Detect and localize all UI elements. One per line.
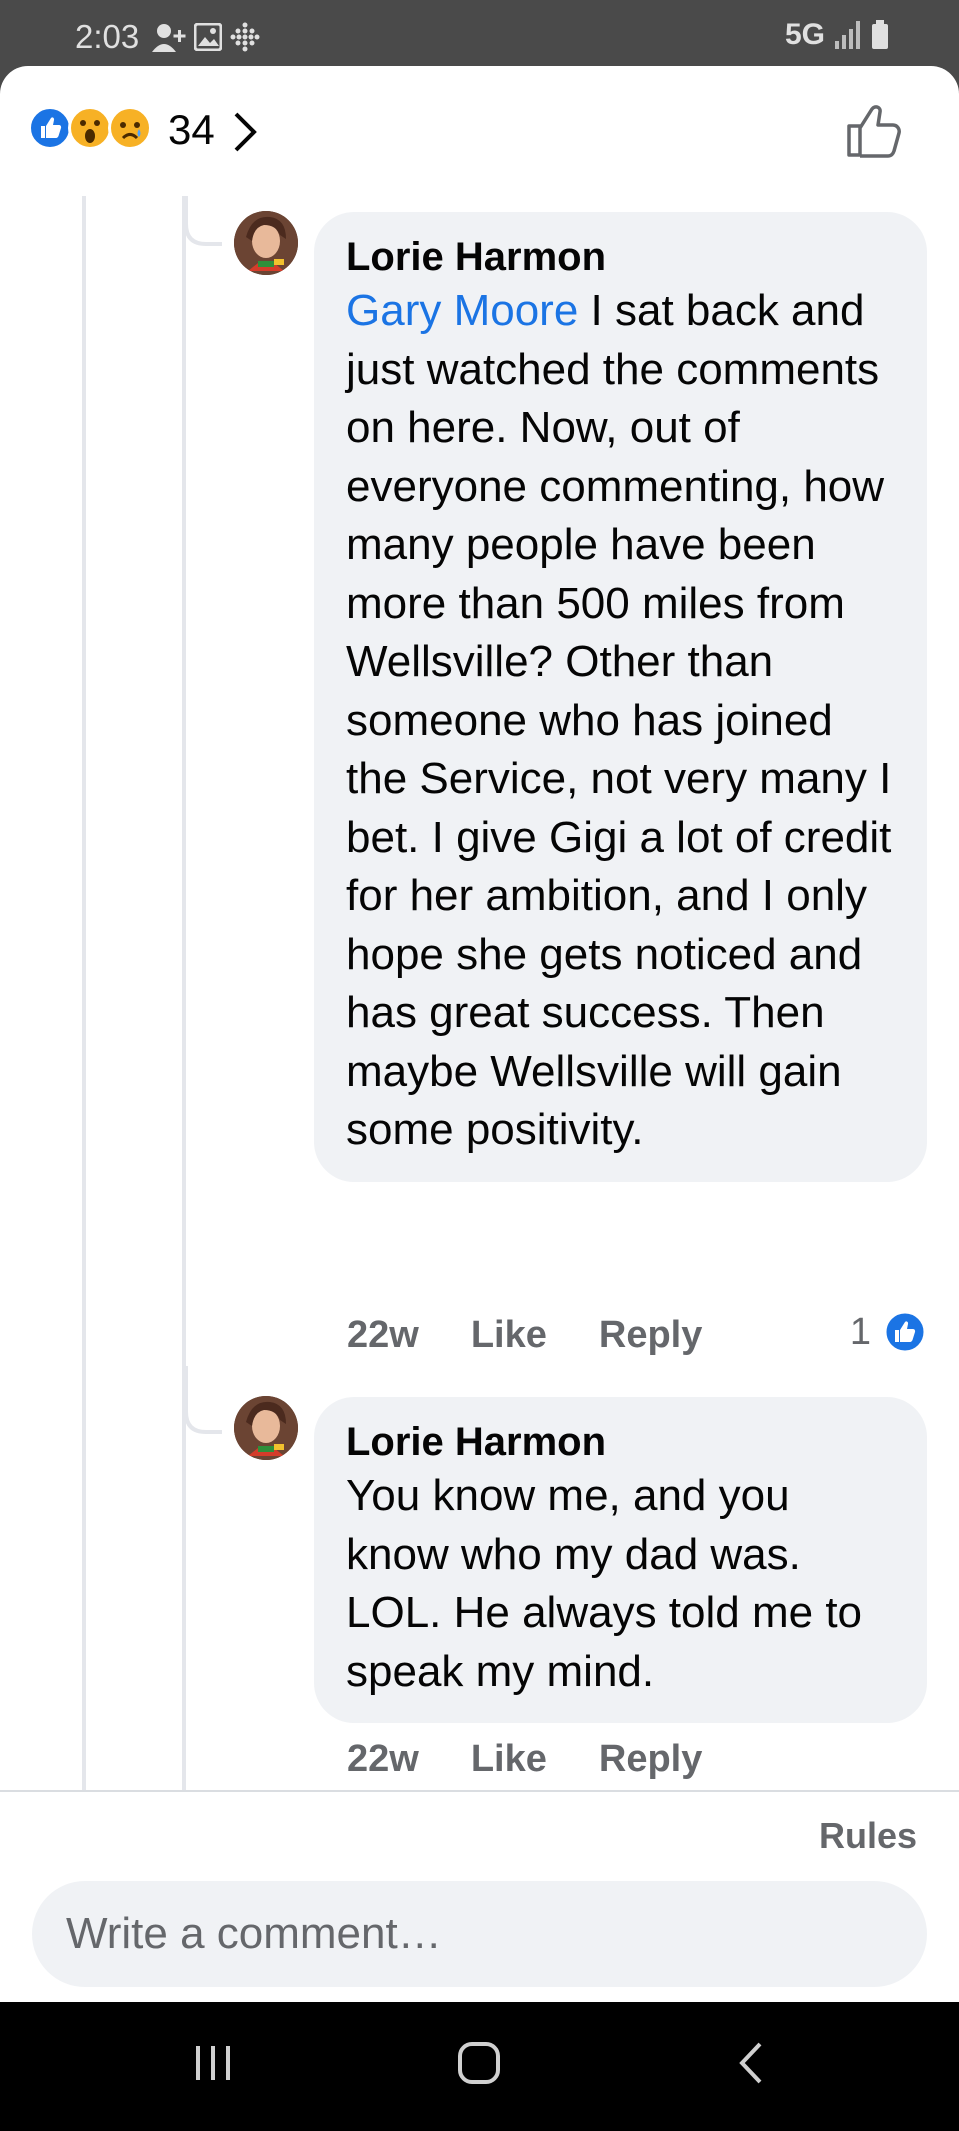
status-bar: 2:03 5G xyxy=(0,0,959,66)
image-icon xyxy=(194,23,222,51)
avatar[interactable] xyxy=(234,211,298,275)
comment-author[interactable]: Lorie Harmon xyxy=(346,1417,895,1467)
comment-time: 22w xyxy=(347,1738,419,1780)
chevron-right-icon xyxy=(234,112,257,152)
reaction-summary-bar[interactable]: 34 xyxy=(0,66,959,196)
comment-bubble[interactable]: Lorie Harmon Gary Moore I sat back and j… xyxy=(314,212,927,1182)
like-button[interactable]: Like xyxy=(471,1738,547,1781)
avatar[interactable] xyxy=(234,1396,298,1460)
comment-input-placeholder: Write a comment… xyxy=(66,1909,442,1958)
comment-actions: 22w Like Reply xyxy=(347,1314,754,1357)
dots-grid-icon xyxy=(230,22,260,52)
thread-connector xyxy=(184,196,222,246)
divider xyxy=(0,1790,959,1792)
comment-author[interactable]: Lorie Harmon xyxy=(346,232,895,282)
reply-button[interactable]: Reply xyxy=(599,1738,702,1781)
mention-link[interactable]: Gary Moore xyxy=(346,286,578,335)
system-nav-bar xyxy=(0,2002,959,2131)
signal-icon xyxy=(835,21,860,49)
rules-link[interactable]: Rules xyxy=(819,1815,917,1857)
battery-icon xyxy=(872,20,888,49)
network-label: 5G xyxy=(784,18,825,51)
comments-sheet: 34 Lorie Harmon Gary Moore I sat back an… xyxy=(0,66,959,2002)
like-reaction-icon xyxy=(883,1310,927,1354)
like-reaction-icon xyxy=(28,106,72,150)
wow-reaction-icon xyxy=(68,106,112,150)
back-icon[interactable] xyxy=(736,2040,766,2086)
status-time: 2:03 xyxy=(75,18,140,55)
person-add-icon xyxy=(152,24,186,52)
thread-line-inner xyxy=(182,196,186,1791)
thread-connector xyxy=(184,1366,222,1434)
like-icon[interactable] xyxy=(846,102,904,158)
home-icon[interactable] xyxy=(456,2040,502,2086)
recent-apps-icon[interactable] xyxy=(190,2040,236,2086)
comment-bubble[interactable]: Lorie Harmon You know me, and you know w… xyxy=(314,1397,927,1723)
reaction-count: 34 xyxy=(168,106,215,153)
comment-text: Gary Moore I sat back and just watched t… xyxy=(346,286,892,1154)
comment-time: 22w xyxy=(347,1314,419,1356)
comment-input[interactable]: Write a comment… xyxy=(32,1881,927,1987)
like-button[interactable]: Like xyxy=(471,1314,547,1357)
thread-line-outer xyxy=(82,196,86,1791)
comment-text: You know me, and you know who my dad was… xyxy=(346,1471,863,1696)
comment-reaction-count[interactable]: 1 xyxy=(850,1310,927,1354)
reply-button[interactable]: Reply xyxy=(599,1314,702,1357)
sad-reaction-icon xyxy=(108,106,152,150)
comment-actions: 22w Like Reply xyxy=(347,1738,754,1781)
